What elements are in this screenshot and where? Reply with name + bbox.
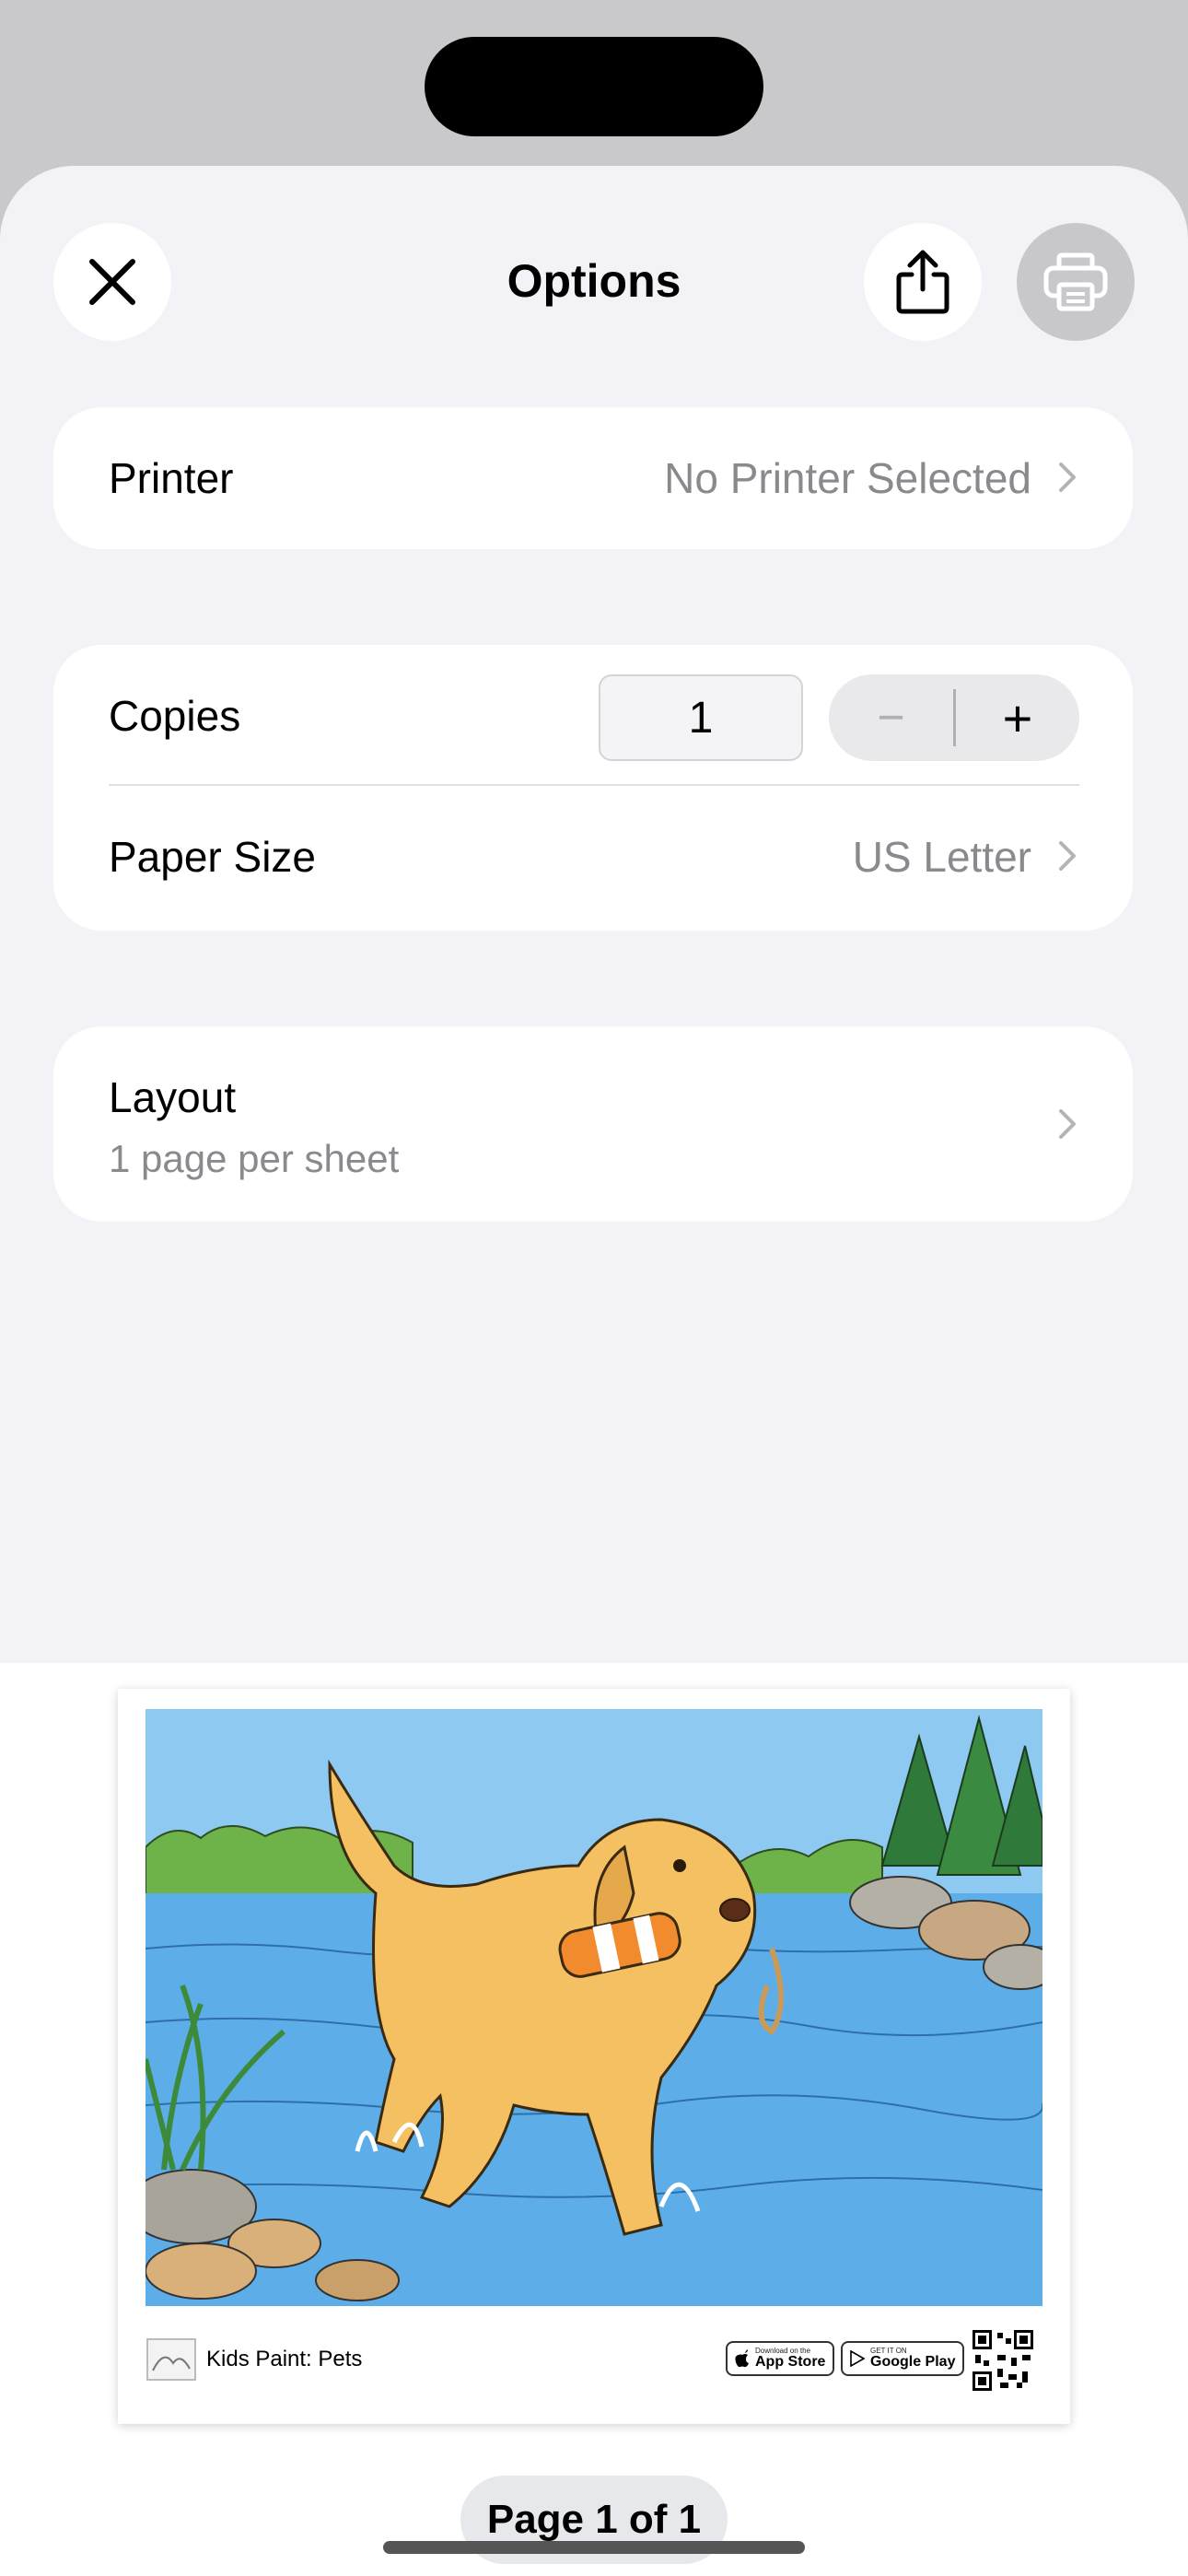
print-options-sheet: Options Printer No Printer Selected Copi… (0, 166, 1188, 2576)
app-store-big-text: App Store (755, 2354, 826, 2370)
page-title: Options (507, 255, 681, 307)
google-play-badge: GET IT ON Google Play (841, 2341, 965, 2376)
chevron-right-icon (1059, 841, 1076, 871)
play-icon (850, 2350, 865, 2367)
preview-page[interactable]: Kids Paint: Pets Download on the App Sto… (118, 1689, 1070, 2424)
printer-row[interactable]: Printer No Printer Selected (53, 407, 1133, 549)
share-icon (896, 250, 949, 314)
chevron-right-icon (1059, 463, 1076, 492)
copies-input[interactable]: 1 (599, 674, 803, 761)
app-store-badge: Download on the App Store (726, 2341, 835, 2376)
apple-icon (735, 2349, 749, 2368)
copies-paper-group: Copies 1 − + Paper Size US Letter (53, 645, 1133, 931)
printer-icon (1043, 252, 1108, 311)
print-button[interactable] (1017, 223, 1135, 341)
share-button[interactable] (864, 223, 982, 341)
printer-value: No Printer Selected (664, 454, 1031, 502)
layout-label: Layout (109, 1073, 237, 1121)
dynamic-island (425, 37, 763, 136)
layout-row[interactable]: Layout 1 page per sheet (53, 1026, 1133, 1222)
layout-value: 1 page per sheet (109, 1137, 400, 1180)
paper-size-label: Paper Size (109, 833, 317, 881)
paper-size-value: US Letter (852, 833, 1031, 881)
print-preview-area: Kids Paint: Pets Download on the App Sto… (0, 1663, 1188, 2576)
increment-button[interactable]: + (956, 674, 1079, 761)
paper-size-row[interactable]: Paper Size US Letter (53, 786, 1133, 931)
copies-stepper: − + (829, 674, 1079, 761)
dog-coloring-illustration (146, 1709, 1042, 2306)
printer-label: Printer (109, 454, 234, 502)
app-name: Kids Paint: Pets (206, 2347, 363, 2371)
decrement-button[interactable]: − (829, 674, 953, 761)
google-play-big-text: Google Play (870, 2354, 956, 2370)
chevron-right-icon (1059, 1109, 1076, 1139)
home-indicator[interactable] (383, 2541, 805, 2554)
app-logo (146, 2338, 196, 2381)
copies-label: Copies (109, 692, 241, 740)
qr-code (973, 2330, 1033, 2391)
